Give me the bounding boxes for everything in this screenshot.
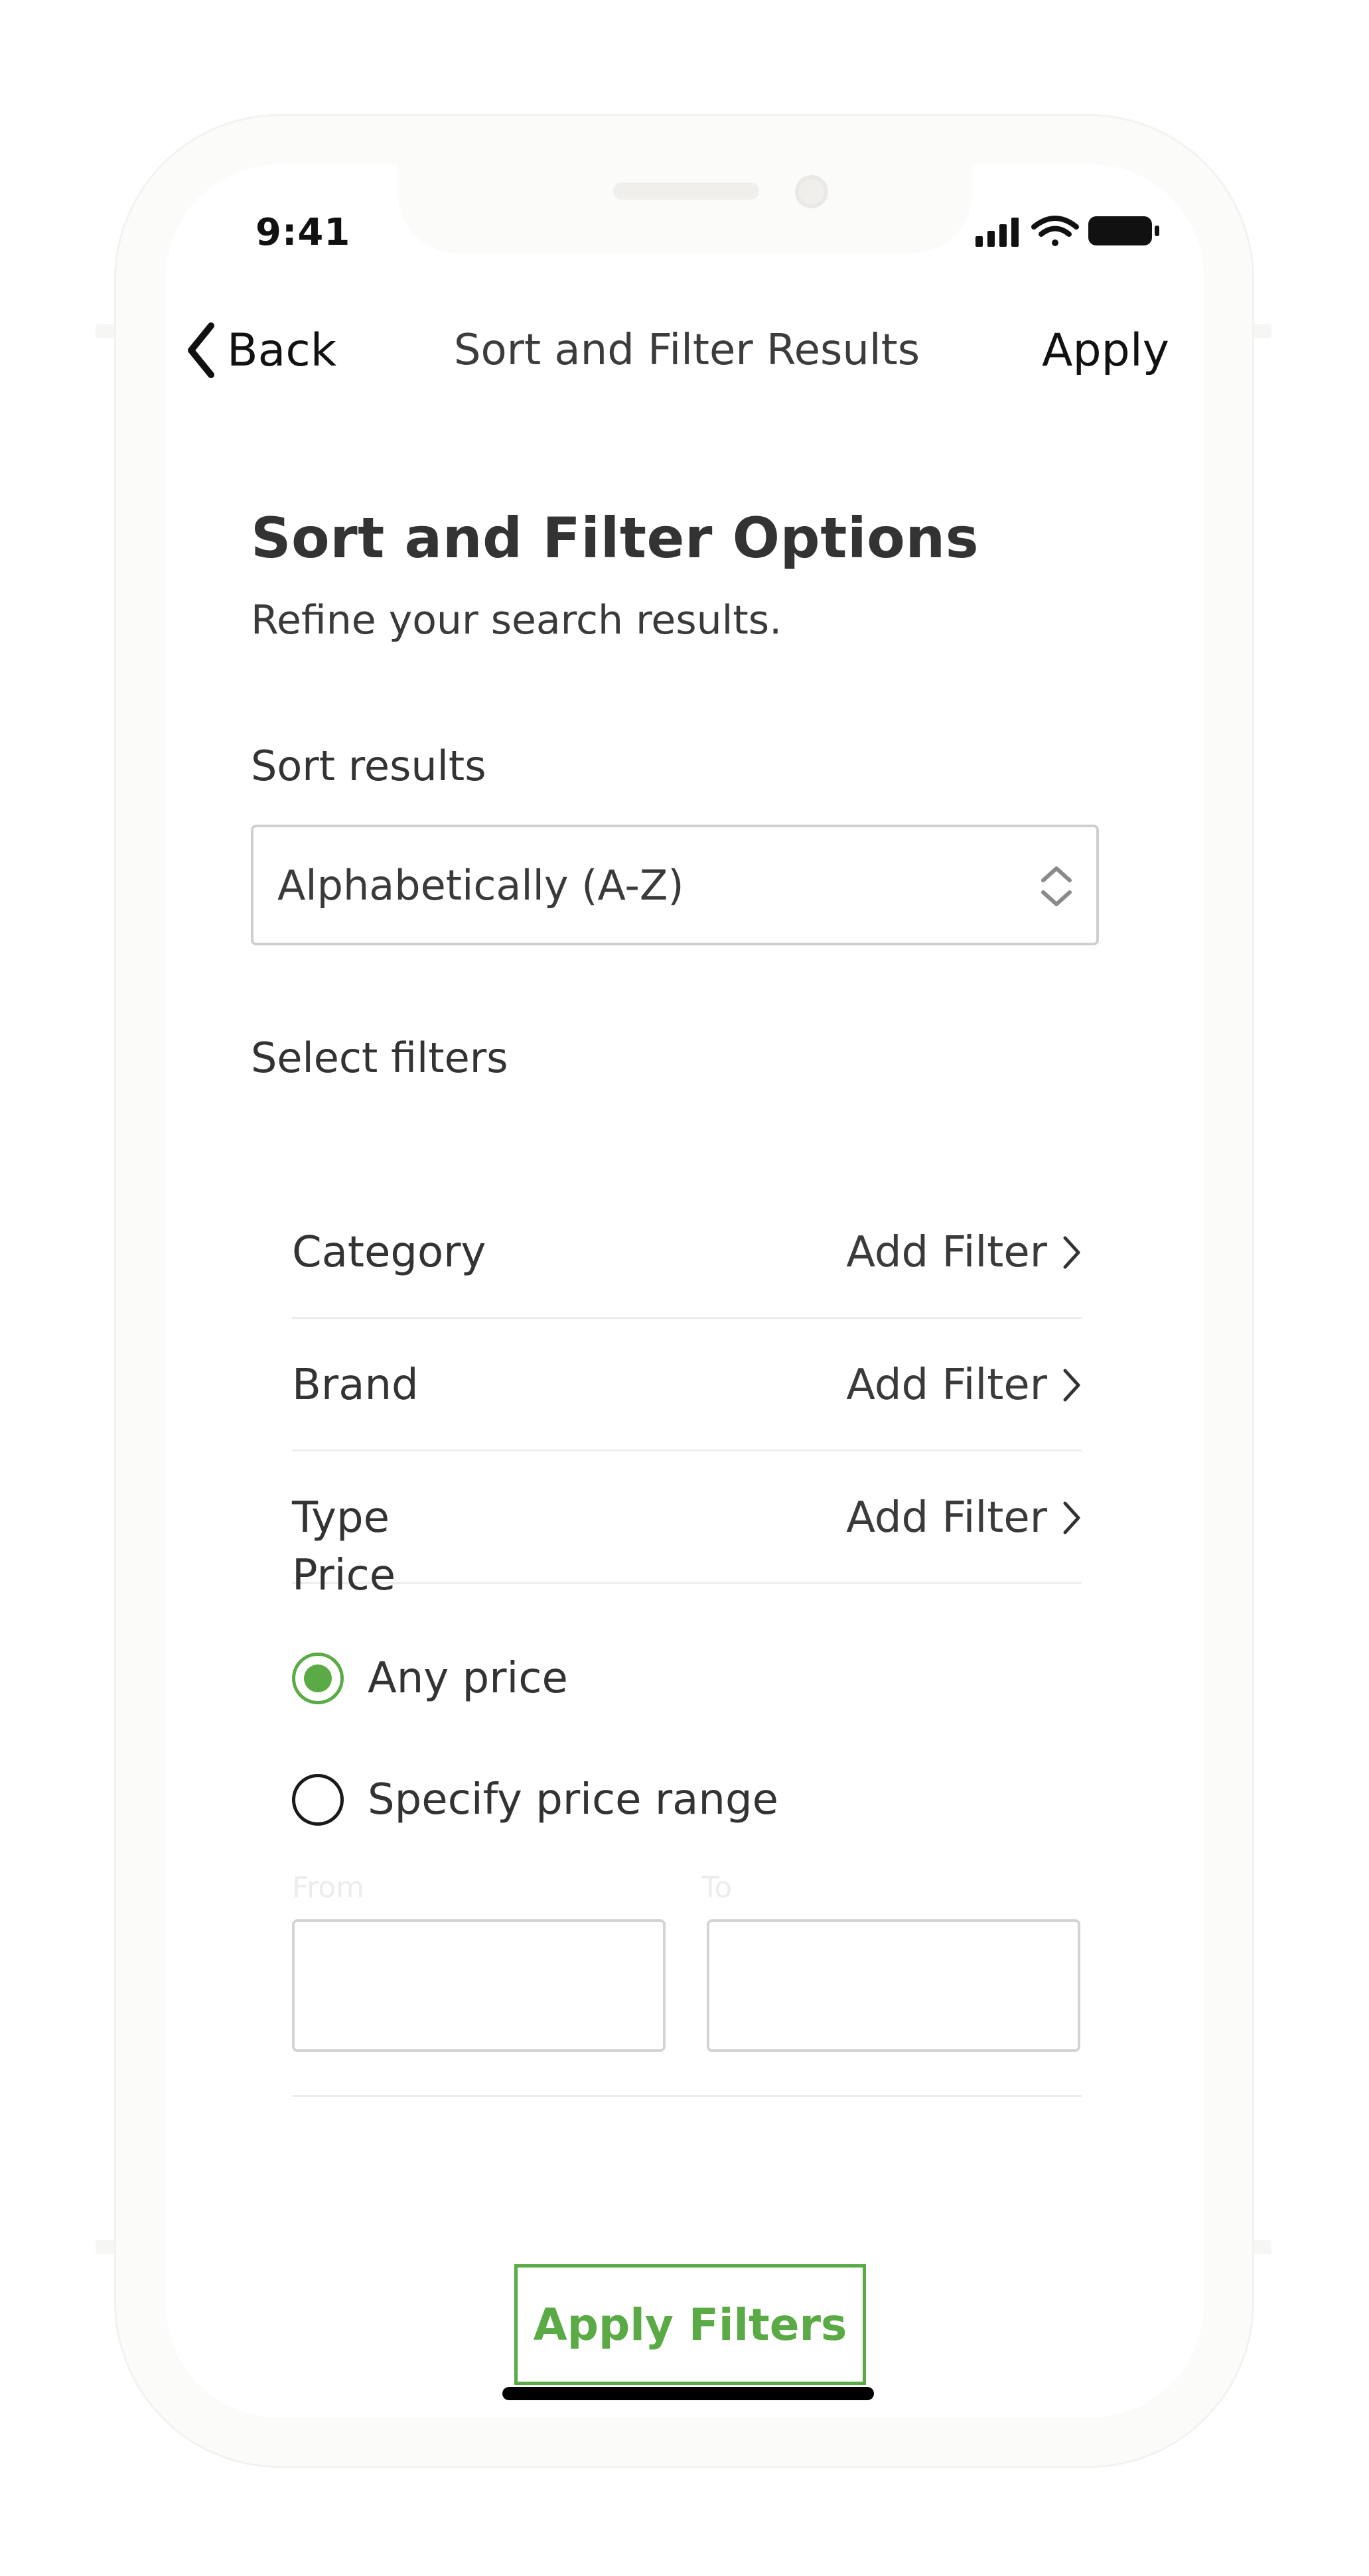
filters-label: Select filters <box>251 1034 508 1082</box>
battery-icon <box>1088 216 1159 245</box>
back-button[interactable]: Back <box>184 317 336 383</box>
add-filter-label: Add Filter <box>846 1493 1047 1542</box>
speaker-grille <box>613 182 759 200</box>
home-indicator <box>502 2387 874 2400</box>
chevron-right-icon <box>1063 1236 1080 1269</box>
signal-icon <box>975 218 1019 247</box>
filter-row-brand[interactable]: Brand Add Filter <box>292 1319 1082 1452</box>
select-updown-icon <box>1041 866 1072 906</box>
sort-select[interactable]: Alphabetically (A-Z) <box>251 825 1099 945</box>
filter-name: Brand <box>292 1361 419 1410</box>
phone-notch <box>398 165 972 253</box>
nav-apply-button[interactable]: Apply <box>1042 317 1169 383</box>
front-camera <box>795 175 828 208</box>
status-time: 9:41 <box>255 211 351 254</box>
filter-row-category[interactable]: Category Add Filter <box>292 1186 1082 1319</box>
price-to-input[interactable] <box>707 1919 1080 2052</box>
price-label: Price <box>292 1551 396 1600</box>
from-label: From <box>292 1871 365 1905</box>
page-subtitle: Refine your search results. <box>251 597 782 644</box>
radio-button-checked[interactable] <box>292 1653 344 1704</box>
add-filter-label: Add Filter <box>846 1361 1047 1410</box>
sort-label: Sort results <box>251 742 486 790</box>
price-from-input[interactable] <box>292 1919 666 2052</box>
chevron-left-icon <box>188 322 214 378</box>
divider <box>292 2095 1082 2097</box>
apply-filters-button[interactable]: Apply Filters <box>514 2264 866 2385</box>
status-icons <box>975 212 1175 252</box>
to-label: To <box>701 1871 733 1905</box>
add-filter-label: Add Filter <box>846 1228 1047 1277</box>
back-label: Back <box>227 324 337 377</box>
filter-row-type[interactable]: Type Add Filter <box>292 1452 1082 1584</box>
filter-name: Category <box>292 1228 486 1277</box>
add-filter-link[interactable]: Add Filter <box>846 1186 1082 1319</box>
radio-any-price[interactable]: Any price <box>292 1649 568 1708</box>
radio-label: Any price <box>368 1654 568 1703</box>
add-filter-link[interactable]: Add Filter <box>846 1319 1082 1452</box>
radio-button[interactable] <box>292 1774 344 1826</box>
chevron-right-icon <box>1063 1369 1080 1402</box>
nav-title: Sort and Filter Results <box>453 326 920 375</box>
add-filter-link[interactable]: Add Filter <box>846 1452 1082 1584</box>
page-title: Sort and Filter Options <box>251 506 979 571</box>
sort-select-value: Alphabetically (A-Z) <box>277 860 684 910</box>
wifi-icon <box>1031 216 1079 246</box>
radio-specify-range[interactable]: Specify price range <box>292 1770 778 1830</box>
chevron-right-icon <box>1063 1501 1080 1534</box>
radio-label: Specify price range <box>368 1775 778 1824</box>
